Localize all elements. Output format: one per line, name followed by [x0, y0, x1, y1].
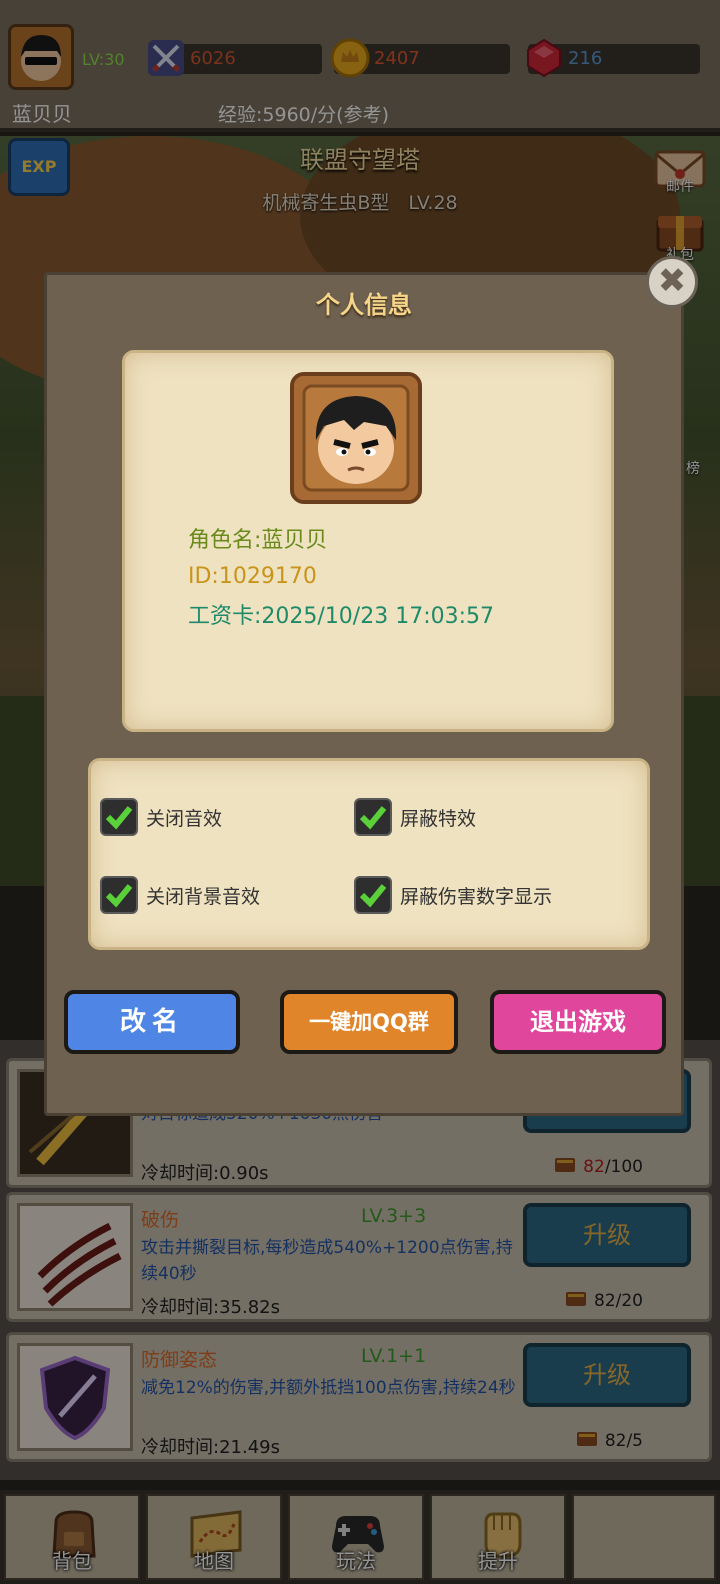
hide-damage-label: 屏蔽伤害数字显示 [400, 886, 553, 908]
hide-effects-checkbox[interactable] [354, 798, 392, 836]
role-name: 角色名:蓝贝贝 [188, 528, 328, 553]
mute-sfx-label: 关闭音效 [146, 808, 223, 830]
mute-bgm-label: 关闭背景音效 [146, 886, 261, 908]
salary-card: 工资卡:2025/10/23 17:03:57 [188, 604, 495, 629]
rename-button[interactable]: 改名 [64, 990, 240, 1054]
mute-sfx-checkbox[interactable] [100, 798, 138, 836]
mute-bgm-checkbox[interactable] [100, 876, 138, 914]
dialog-title: 个人信息 [316, 291, 412, 319]
profile-portrait [290, 372, 422, 504]
join-qq-group-button[interactable]: 一键加QQ群 [280, 990, 458, 1054]
checkmark-icon [105, 806, 133, 830]
checkmark-icon [105, 884, 133, 908]
player-id: ID:1029170 [188, 564, 317, 589]
checkmark-icon [359, 884, 387, 908]
character-face-icon [294, 376, 418, 500]
hide-damage-checkbox[interactable] [354, 876, 392, 914]
close-button[interactable]: ✖ [646, 256, 698, 308]
settings-card [88, 758, 650, 950]
checkmark-icon [359, 806, 387, 830]
quit-game-button[interactable]: 退出游戏 [490, 990, 666, 1054]
hide-effects-label: 屏蔽特效 [400, 808, 477, 830]
